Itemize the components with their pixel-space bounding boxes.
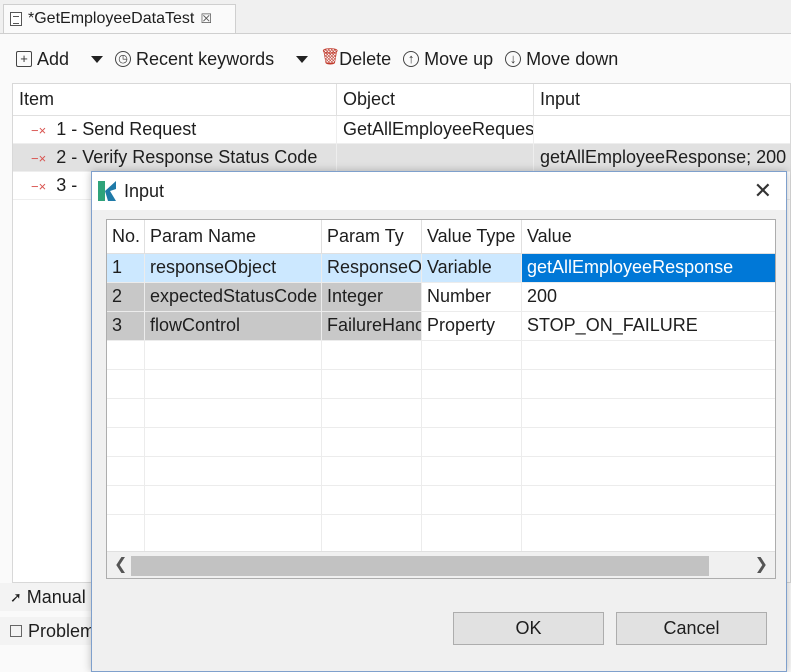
problems-icon — [10, 625, 22, 637]
column-header-item[interactable]: Item — [13, 84, 337, 115]
manual-tab[interactable]: ➚ Manual — [0, 583, 100, 611]
param-no: 2 — [107, 283, 145, 311]
cursor-arrow-icon: ➚ — [10, 588, 22, 605]
add-button[interactable]: + Add — [16, 49, 69, 70]
cancel-button[interactable]: Cancel — [616, 612, 767, 645]
column-header-no[interactable]: No. — [107, 220, 145, 253]
param-name: flowControl — [145, 312, 322, 340]
value-type-cell[interactable]: Variable — [422, 254, 522, 282]
column-header-param-type[interactable]: Param Ty — [322, 220, 422, 253]
arrow-down-icon: ↓ — [505, 51, 522, 67]
step-item: 3 - — [56, 175, 78, 195]
param-name: expectedStatusCode — [145, 283, 322, 311]
table-header: No. Param Name Param Ty Value Type Value — [107, 220, 775, 254]
value-type-cell[interactable]: Property — [422, 312, 522, 340]
problems-tab[interactable]: Problem — [0, 617, 100, 645]
step-item: 2 - Verify Response Status Code — [56, 147, 318, 167]
close-icon[interactable]: ☒ — [200, 11, 212, 27]
step-object — [337, 144, 534, 171]
recent-keywords-label: Recent keywords — [136, 48, 275, 69]
column-header-value[interactable]: Value — [522, 220, 775, 253]
table-row[interactable]: 1 responseObject ResponseO Variable getA… — [107, 254, 775, 283]
value-cell[interactable]: STOP_ON_FAILURE — [522, 312, 775, 340]
step-input: getAllEmployeeResponse; 200 — [540, 147, 787, 167]
test-case-icon — [10, 12, 22, 26]
dialog-title-bar: Input ✕ — [92, 172, 786, 210]
trash-icon: 🗑 — [320, 49, 341, 66]
param-type: ResponseO — [322, 254, 422, 282]
add-dropdown-arrow-icon[interactable] — [91, 55, 104, 63]
editor-tab-bar: *GetEmployeeDataTest ☒ — [0, 0, 791, 33]
ok-button[interactable]: OK — [453, 612, 604, 645]
dialog-title: Input — [124, 180, 165, 201]
toolbar: + Add ◷ Recent keywords 🗑 Delete ↑ Move … — [0, 44, 630, 74]
editor-tab-title: *GetEmployeeDataTest — [28, 10, 195, 27]
table-row[interactable]: 3 flowControl FailureHanc Property STOP_… — [107, 312, 775, 341]
column-header-object[interactable]: Object — [337, 84, 534, 115]
parameters-table: No. Param Name Param Ty Value Type Value… — [106, 219, 776, 579]
clock-icon: ◷ — [115, 51, 132, 67]
step-object: GetAllEmployeeRequest — [337, 116, 534, 143]
manual-tab-label: Manual — [26, 586, 86, 607]
move-up-button[interactable]: ↑ Move up — [403, 49, 493, 70]
value-cell[interactable]: 200 — [522, 283, 775, 311]
editor-tab[interactable]: *GetEmployeeDataTest ☒ — [3, 4, 236, 33]
disconnected-step-icon: −× — [31, 123, 47, 138]
step-item: 1 - Send Request — [56, 119, 197, 139]
problems-tab-label: Problem — [28, 620, 96, 641]
chevron-right-icon[interactable]: ❯ — [755, 554, 768, 574]
recent-dropdown-arrow-icon[interactable] — [296, 55, 309, 63]
input-dialog: Input ✕ No. Param Name Param Ty Value Ty… — [91, 171, 787, 672]
column-header-param-name[interactable]: Param Name — [145, 220, 322, 253]
recent-keywords-button[interactable]: ◷ Recent keywords — [115, 49, 274, 70]
table-row[interactable]: 2 expectedStatusCode Integer Number 200 — [107, 283, 775, 312]
close-icon[interactable]: ✕ — [754, 178, 772, 204]
value-cell[interactable]: getAllEmployeeResponse — [522, 254, 775, 282]
table-row[interactable]: −× 2 - Verify Response Status Code getAll… — [13, 144, 790, 172]
move-up-label: Move up — [424, 48, 494, 69]
delete-button[interactable]: 🗑 Delete — [320, 49, 391, 70]
katalon-logo-icon — [98, 181, 116, 201]
step-input — [534, 116, 790, 143]
value-type-cell[interactable]: Number — [422, 283, 522, 311]
param-type: Integer — [322, 283, 422, 311]
param-no: 1 — [107, 254, 145, 282]
param-type: FailureHanc — [322, 312, 422, 340]
add-label: Add — [37, 48, 70, 69]
chevron-left-icon[interactable]: ❮ — [114, 554, 127, 574]
table-row[interactable]: −× 1 - Send Request GetAllEmployeeRequest — [13, 116, 790, 144]
move-down-button[interactable]: ↓ Move down — [505, 49, 618, 70]
arrow-up-icon: ↑ — [403, 51, 420, 67]
column-header-input[interactable]: Input — [534, 84, 790, 115]
move-down-label: Move down — [526, 48, 619, 69]
plus-icon: + — [16, 51, 32, 67]
scrollbar-thumb[interactable] — [131, 556, 709, 576]
column-header-value-type[interactable]: Value Type — [422, 220, 522, 253]
disconnected-step-icon: −× — [31, 179, 47, 194]
param-no: 3 — [107, 312, 145, 340]
horizontal-scrollbar[interactable]: ❮ ❯ — [107, 551, 775, 578]
delete-label: Delete — [339, 48, 392, 69]
table-header: Item Object Input — [13, 84, 790, 116]
disconnected-step-icon: −× — [31, 151, 47, 166]
param-name: responseObject — [145, 254, 322, 282]
